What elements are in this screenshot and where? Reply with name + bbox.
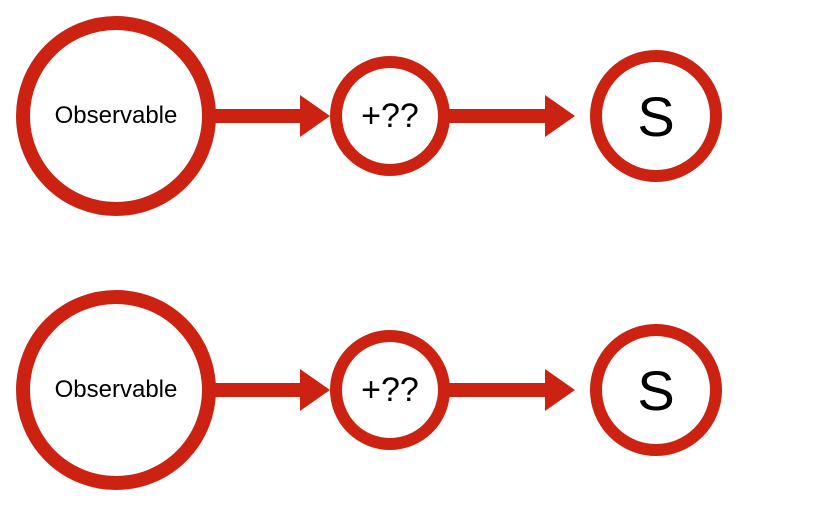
node-label: +?? <box>361 97 419 136</box>
diagram: Observable +?? S Observable +?? S <box>0 0 830 509</box>
node-label: Observable <box>55 102 178 130</box>
node-observable: Observable <box>16 16 216 216</box>
node-label: +?? <box>361 371 419 410</box>
node-label: Observable <box>55 376 178 404</box>
node-observable: Observable <box>16 290 216 490</box>
node-sink: S <box>590 50 722 182</box>
node-sink: S <box>590 324 722 456</box>
node-label: S <box>637 84 674 149</box>
node-operator: +?? <box>330 330 450 450</box>
node-label: S <box>637 358 674 423</box>
node-operator: +?? <box>330 56 450 176</box>
